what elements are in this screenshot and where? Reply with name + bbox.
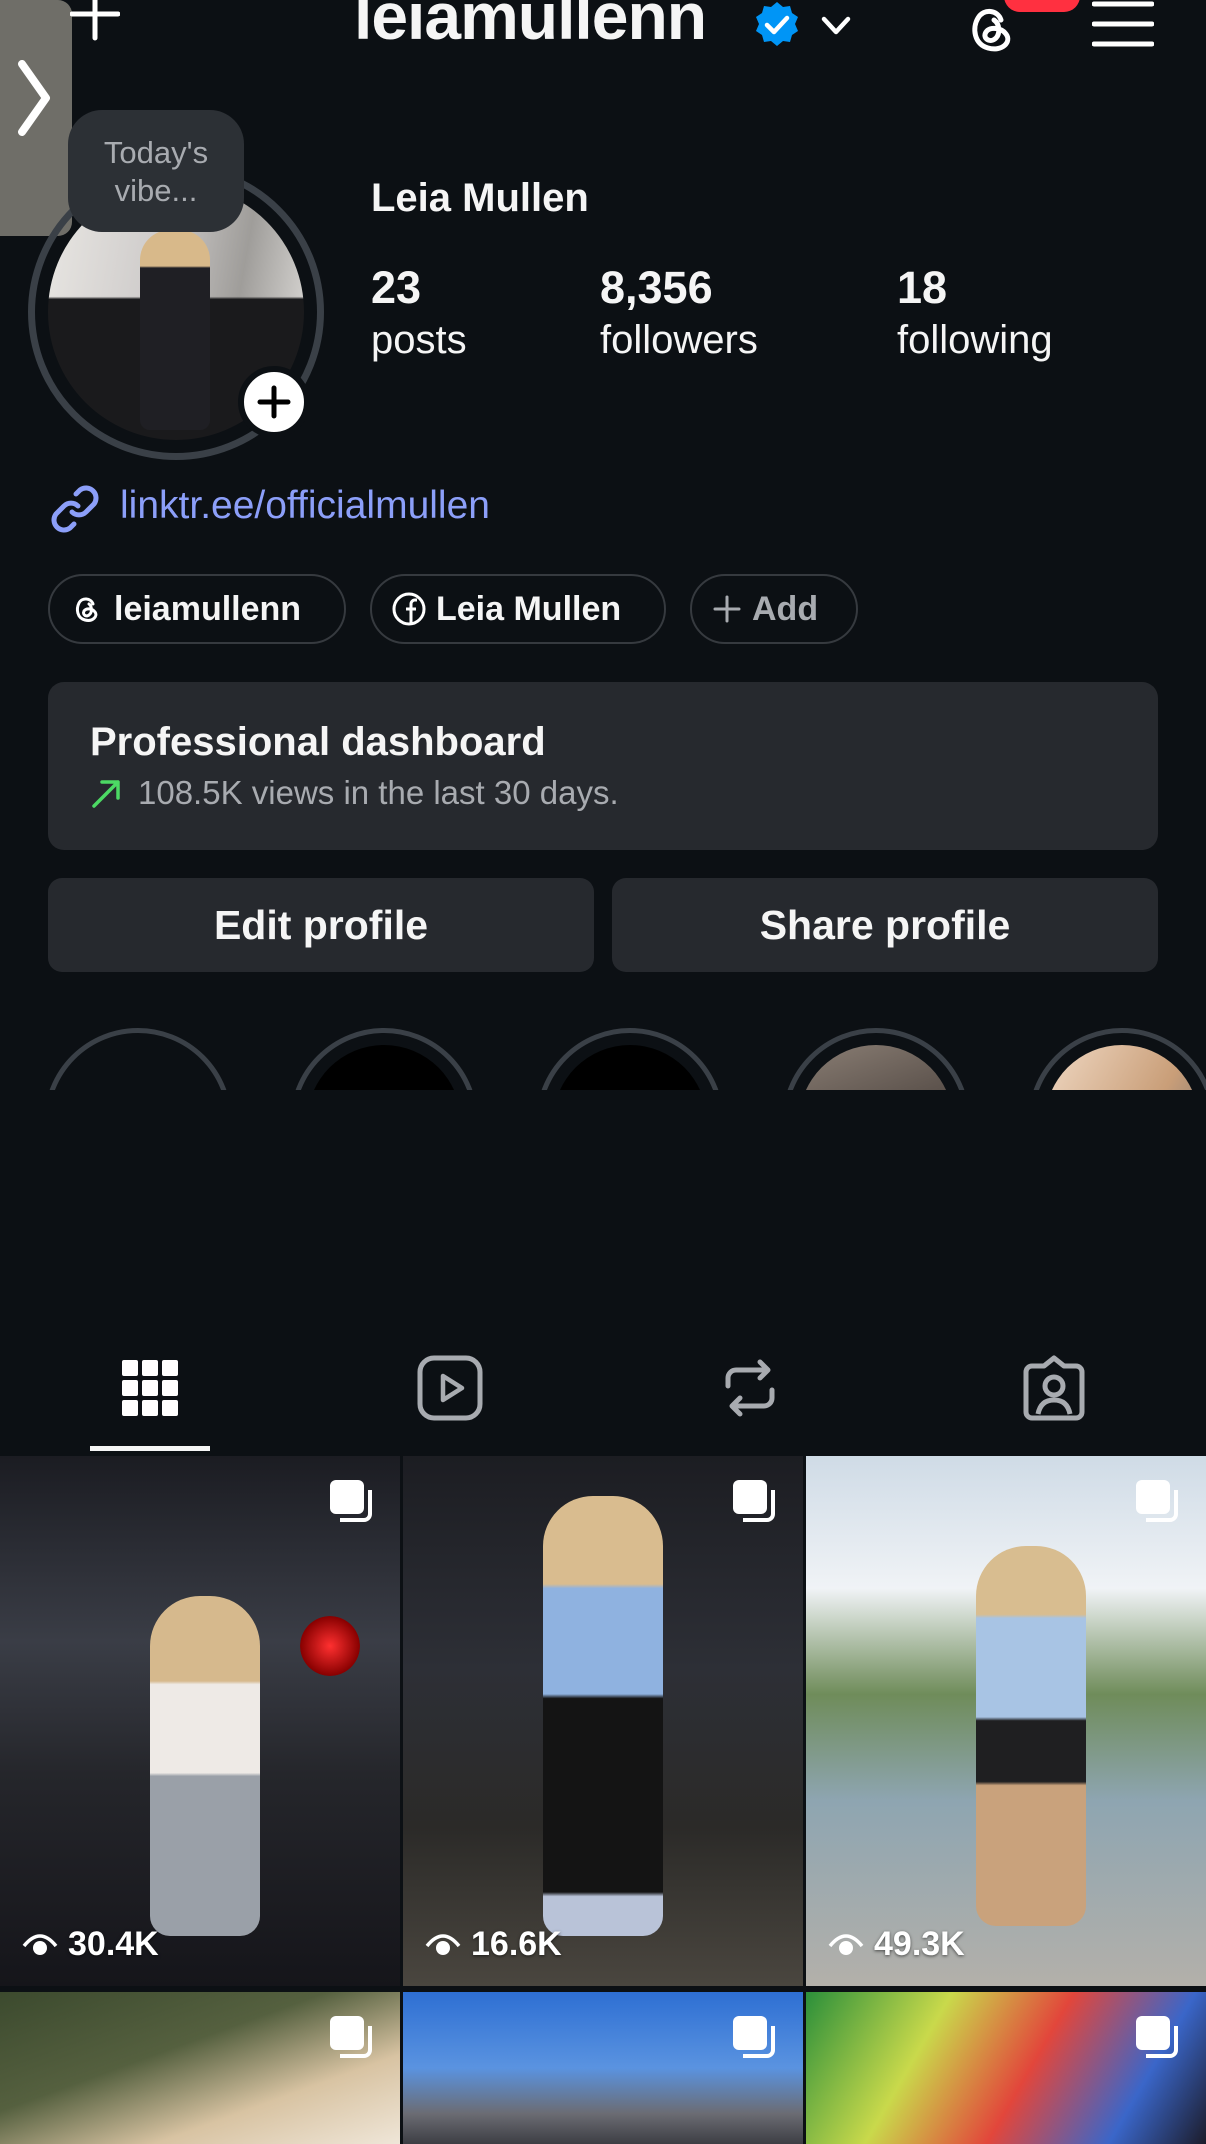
post-tile[interactable] — [403, 1992, 803, 2144]
professional-dashboard-card[interactable] — [48, 682, 1158, 850]
plus-icon — [713, 595, 741, 623]
post-tile[interactable]: 30.4K — [0, 1456, 400, 1986]
add-chip[interactable]: Add — [690, 574, 858, 644]
facebook-icon — [392, 592, 426, 626]
grid-icon[interactable] — [114, 1352, 186, 1424]
chevron-down-icon[interactable] — [818, 8, 854, 44]
post-tile[interactable] — [806, 1992, 1206, 2144]
profile-username[interactable]: leiamullenn — [354, 0, 707, 54]
post-tile[interactable]: 16.6K — [403, 1456, 803, 1986]
followers-label[interactable]: followers — [600, 318, 758, 363]
multi-photo-icon — [733, 1480, 775, 1522]
multi-photo-icon — [733, 2016, 775, 2058]
avatar-figure — [140, 230, 210, 430]
view-count-value: 16.6K — [471, 1925, 562, 1963]
edit-profile-button[interactable]: Edit profile — [48, 878, 594, 972]
posts-count[interactable]: 23 — [371, 262, 421, 314]
eye-icon — [828, 1933, 864, 1955]
active-tab-indicator — [90, 1446, 210, 1451]
post-tile[interactable] — [0, 1992, 400, 2144]
facebook-chip-label: Leia Mullen — [436, 589, 622, 628]
plus-icon — [257, 385, 291, 419]
notification-badge — [1004, 0, 1080, 12]
add-story-button[interactable] — [238, 366, 310, 438]
note-bubble[interactable]: Today's vibe... — [68, 110, 244, 232]
bio-link[interactable]: linktr.ee/officialmullen — [120, 484, 490, 528]
multi-photo-icon — [1136, 2016, 1178, 2058]
posts-label[interactable]: posts — [371, 318, 467, 363]
add-chip-label: Add — [752, 589, 819, 628]
post-tile[interactable]: 49.3K — [806, 1456, 1206, 1986]
tagged-icon[interactable] — [1018, 1352, 1090, 1424]
following-label[interactable]: following — [897, 318, 1053, 363]
followers-count[interactable]: 8,356 — [600, 262, 713, 314]
verified-badge-icon — [756, 2, 798, 46]
threads-chip-label: leiamullenn — [114, 589, 302, 628]
reposts-icon[interactable] — [714, 1352, 786, 1424]
view-count-value: 30.4K — [68, 1925, 159, 1963]
eye-icon — [425, 1933, 461, 1955]
highlight-item[interactable] — [782, 1028, 970, 1090]
multi-photo-icon — [330, 2016, 372, 2058]
trend-up-icon — [92, 780, 120, 808]
view-count: 49.3K — [828, 1925, 965, 1964]
view-count-value: 49.3K — [874, 1925, 965, 1963]
reels-icon[interactable] — [414, 1352, 486, 1424]
highlight-item[interactable] — [536, 1028, 724, 1090]
highlight-new[interactable] — [44, 1028, 232, 1090]
menu-icon[interactable] — [1092, 0, 1154, 50]
threads-chip[interactable]: leiamullenn — [48, 574, 346, 644]
dashboard-title: Professional dashboard — [90, 720, 546, 764]
view-count: 16.6K — [425, 1925, 562, 1964]
highlight-item[interactable] — [290, 1028, 478, 1090]
story-highlights — [0, 1020, 1206, 1090]
following-count[interactable]: 18 — [897, 262, 947, 314]
display-name: Leia Mullen — [371, 176, 589, 220]
multi-photo-icon — [1136, 1480, 1178, 1522]
threads-icon — [75, 597, 98, 622]
link-icon — [51, 485, 99, 533]
dashboard-subtitle: 108.5K views in the last 30 days. — [138, 774, 619, 811]
share-profile-button[interactable]: Share profile — [612, 878, 1158, 972]
chevron-right-icon — [18, 60, 50, 136]
eye-icon — [22, 1933, 58, 1955]
facebook-chip[interactable]: Leia Mullen — [370, 574, 666, 644]
plus-icon[interactable] — [70, 0, 120, 46]
view-count: 30.4K — [22, 1925, 159, 1964]
highlight-item[interactable] — [1028, 1028, 1206, 1090]
side-panel-tab[interactable] — [0, 0, 72, 236]
multi-photo-icon — [330, 1480, 372, 1522]
